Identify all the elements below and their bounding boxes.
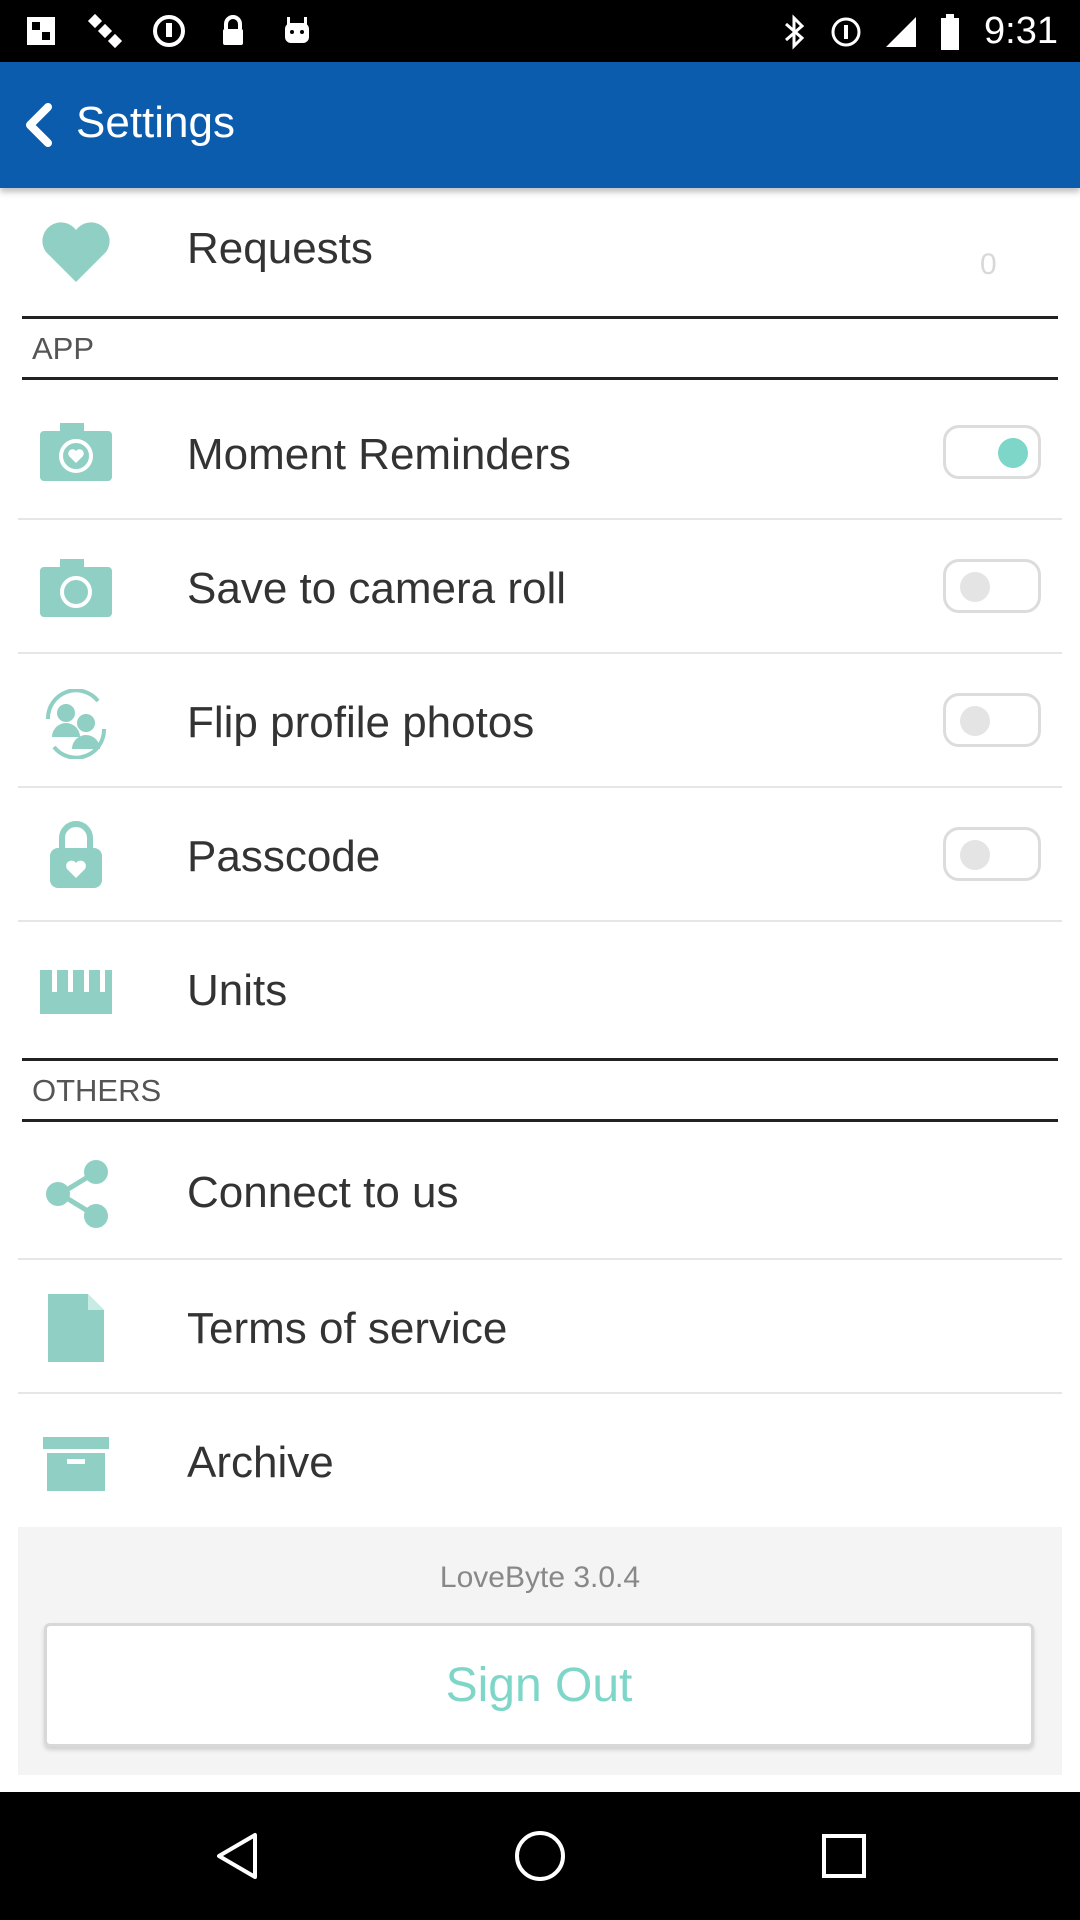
- archive-label: Archive: [187, 1438, 334, 1487]
- archive-icon: [38, 1426, 114, 1502]
- heart-icon: [38, 214, 114, 290]
- battery-icon: [940, 14, 960, 55]
- flip-profile-photos-label: Flip profile photos: [187, 698, 535, 747]
- passcode-toggle[interactable]: [943, 827, 1041, 881]
- nav-home-icon[interactable]: [510, 1826, 570, 1886]
- footer: LoveByte 3.0.4 Sign Out: [18, 1527, 1062, 1775]
- ruler-icon: [38, 954, 114, 1030]
- sync-icon: [150, 12, 188, 50]
- bluetooth-icon: [782, 14, 808, 55]
- status-right-icons: [782, 14, 960, 55]
- nav-recents-icon[interactable]: [814, 1826, 874, 1886]
- page-title: Settings: [76, 98, 235, 147]
- document-icon: [38, 1290, 114, 1366]
- app-version: LoveByte 3.0.4: [439, 1561, 641, 1594]
- requests-label: Requests: [187, 224, 373, 273]
- divider: [18, 1392, 1062, 1394]
- camera-icon: [38, 550, 114, 626]
- divider: [18, 786, 1062, 788]
- divider: [18, 652, 1062, 654]
- toggle-knob: [960, 706, 990, 736]
- moment-reminders-toggle[interactable]: [943, 425, 1041, 479]
- navigation-bar: [0, 1792, 1080, 1920]
- satellite-icon: [86, 12, 124, 50]
- archive-row[interactable]: Archive: [0, 1396, 1080, 1526]
- save-camera-roll-label: Save to camera roll: [187, 564, 567, 613]
- back-arrow-icon[interactable]: [14, 95, 66, 155]
- terms-of-service-row[interactable]: Terms of service: [0, 1262, 1080, 1394]
- status-left-icons: [22, 12, 316, 50]
- lock-icon: [214, 12, 252, 50]
- terms-of-service-label: Terms of service: [187, 1304, 508, 1353]
- divider: [18, 518, 1062, 520]
- status-bar: 9:31: [0, 0, 1080, 62]
- flip-profile-icon: [38, 686, 114, 762]
- moment-reminders-label: Moment Reminders: [187, 430, 571, 479]
- toggle-knob: [960, 572, 990, 602]
- lock-heart-icon: [38, 816, 114, 892]
- requests-count: 0: [980, 248, 997, 281]
- toggle-knob: [960, 840, 990, 870]
- section-app-title: APP: [32, 331, 95, 366]
- flip-profile-photos-toggle[interactable]: [943, 693, 1041, 747]
- connect-to-us-row[interactable]: Connect to us: [0, 1128, 1080, 1258]
- units-label: Units: [187, 966, 288, 1015]
- battery-saver-icon: [830, 16, 862, 53]
- section-app: APP: [22, 316, 1058, 380]
- save-camera-roll-toggle[interactable]: [943, 559, 1041, 613]
- flip-profile-photos-row[interactable]: Flip profile photos: [0, 656, 1080, 788]
- moment-reminders-row[interactable]: Moment Reminders: [0, 388, 1080, 520]
- requests-row[interactable]: Requests 0: [0, 194, 1080, 314]
- android-icon: [278, 12, 316, 50]
- units-row[interactable]: Units: [0, 924, 1080, 1056]
- passcode-label: Passcode: [187, 832, 381, 881]
- status-time: 9:31: [984, 10, 1058, 52]
- signal-icon: [884, 15, 918, 54]
- section-others-title: OTHERS: [32, 1073, 162, 1108]
- sign-out-button[interactable]: Sign Out: [44, 1623, 1034, 1747]
- app-bar: Settings: [0, 62, 1080, 188]
- divider: [18, 1258, 1062, 1260]
- nav-back-icon[interactable]: [208, 1826, 268, 1886]
- share-icon: [38, 1156, 114, 1232]
- connect-to-us-label: Connect to us: [187, 1168, 459, 1217]
- divider: [18, 920, 1062, 922]
- section-others: OTHERS: [22, 1058, 1058, 1122]
- fake-gps-icon: [22, 12, 60, 50]
- camera-heart-icon: [38, 414, 114, 490]
- passcode-row[interactable]: Passcode: [0, 790, 1080, 922]
- save-camera-roll-row[interactable]: Save to camera roll: [0, 522, 1080, 654]
- toggle-knob: [998, 438, 1028, 468]
